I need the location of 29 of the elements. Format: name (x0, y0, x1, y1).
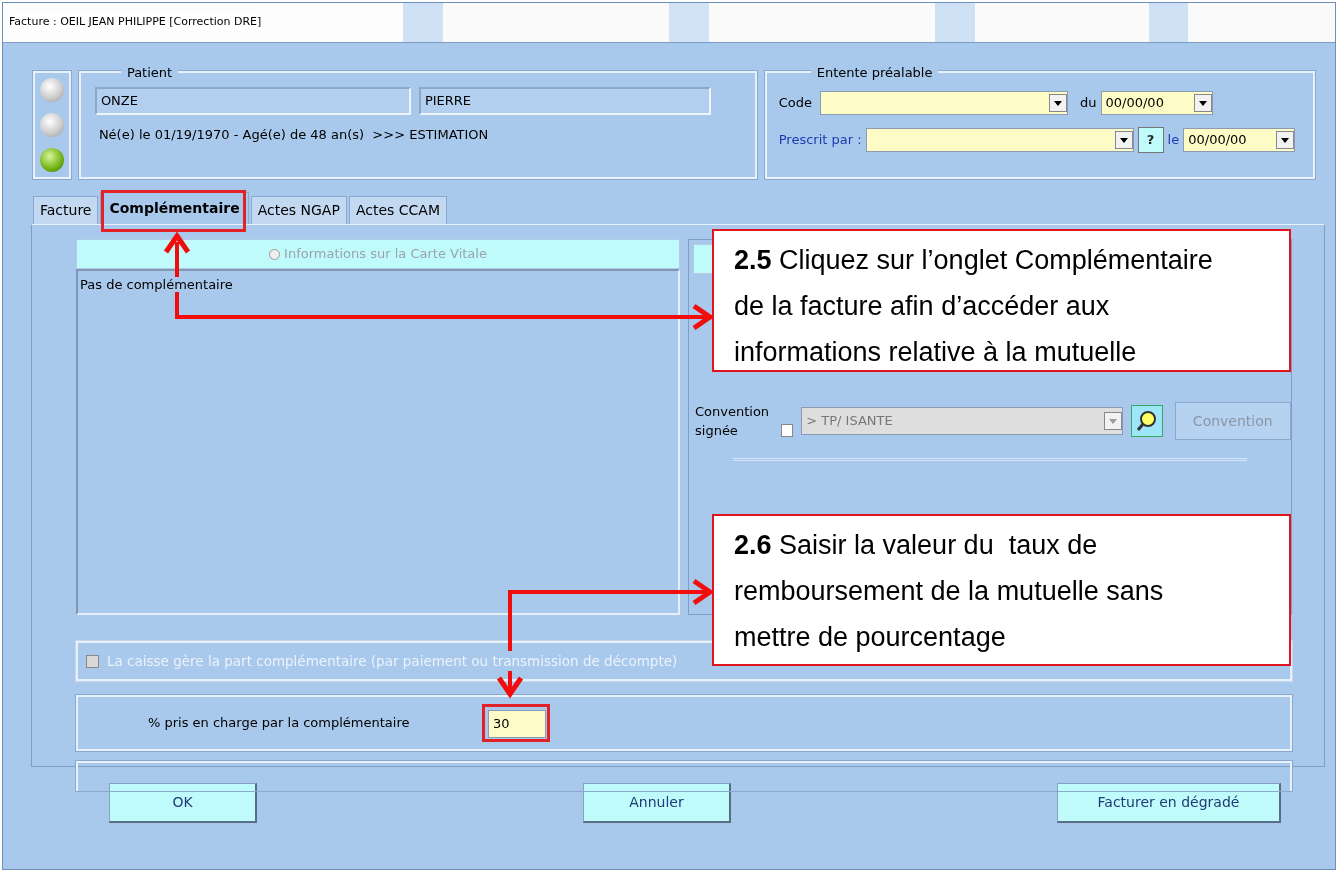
tab[interactable]: Actes NGAP (250, 196, 347, 224)
tab[interactable]: Actes CCAM (348, 196, 447, 224)
date-dropdown[interactable]: 00/00/00 (1100, 91, 1213, 115)
field-label: du (1080, 94, 1097, 113)
dialog-button[interactable]: OK (109, 783, 257, 823)
convention-label: Convention signée (695, 403, 771, 440)
code-dropdown[interactable] (820, 91, 1068, 115)
last-name-field[interactable]: ONZE (94, 87, 411, 115)
tab[interactable]: Facture (33, 196, 99, 224)
field-label: Prescrit par : (778, 131, 862, 150)
rate-field[interactable]: 30 (488, 710, 546, 738)
field-label: Code (778, 94, 812, 113)
checkbox-label: La caisse gère la part complémentaire (par paiement ou transmission de décompte) (107, 650, 678, 672)
help-button[interactable]: ? (1137, 127, 1164, 153)
field-label: % pris en charge par la complémentaire (148, 714, 411, 733)
list-item: Pas de complémentaire (80, 277, 233, 292)
date-dropdown[interactable]: 00/00/00 (1183, 128, 1296, 152)
dialog-button[interactable]: Annuler (583, 783, 731, 823)
complementary-list[interactable]: Pas de complémentaire (76, 269, 680, 615)
search-button[interactable] (1131, 405, 1163, 437)
tab[interactable]: Complémentaire (100, 192, 249, 224)
instruction-callout: 2.6 Saisir la valeur du taux de remboursement de la mutuelle sans mettre de pourcentage (712, 514, 1291, 666)
first-name-field[interactable]: PIERRE (418, 87, 711, 115)
instruction-callout: 2.5 Cliquez sur l’onglet Complémentaire de la facture afin d’accéder aux informations relative à la mutuelle (712, 229, 1291, 372)
dialog-button[interactable]: Facturer en dégradé (1057, 783, 1281, 823)
patient-info: Né(e) le 01/19/1970 - Agé(e) de 48 an(s) >>> ESTIMATION (98, 127, 489, 142)
prescriber-dropdown[interactable] (865, 128, 1134, 152)
field-label: le (1167, 131, 1180, 150)
search-icon (1136, 410, 1158, 432)
